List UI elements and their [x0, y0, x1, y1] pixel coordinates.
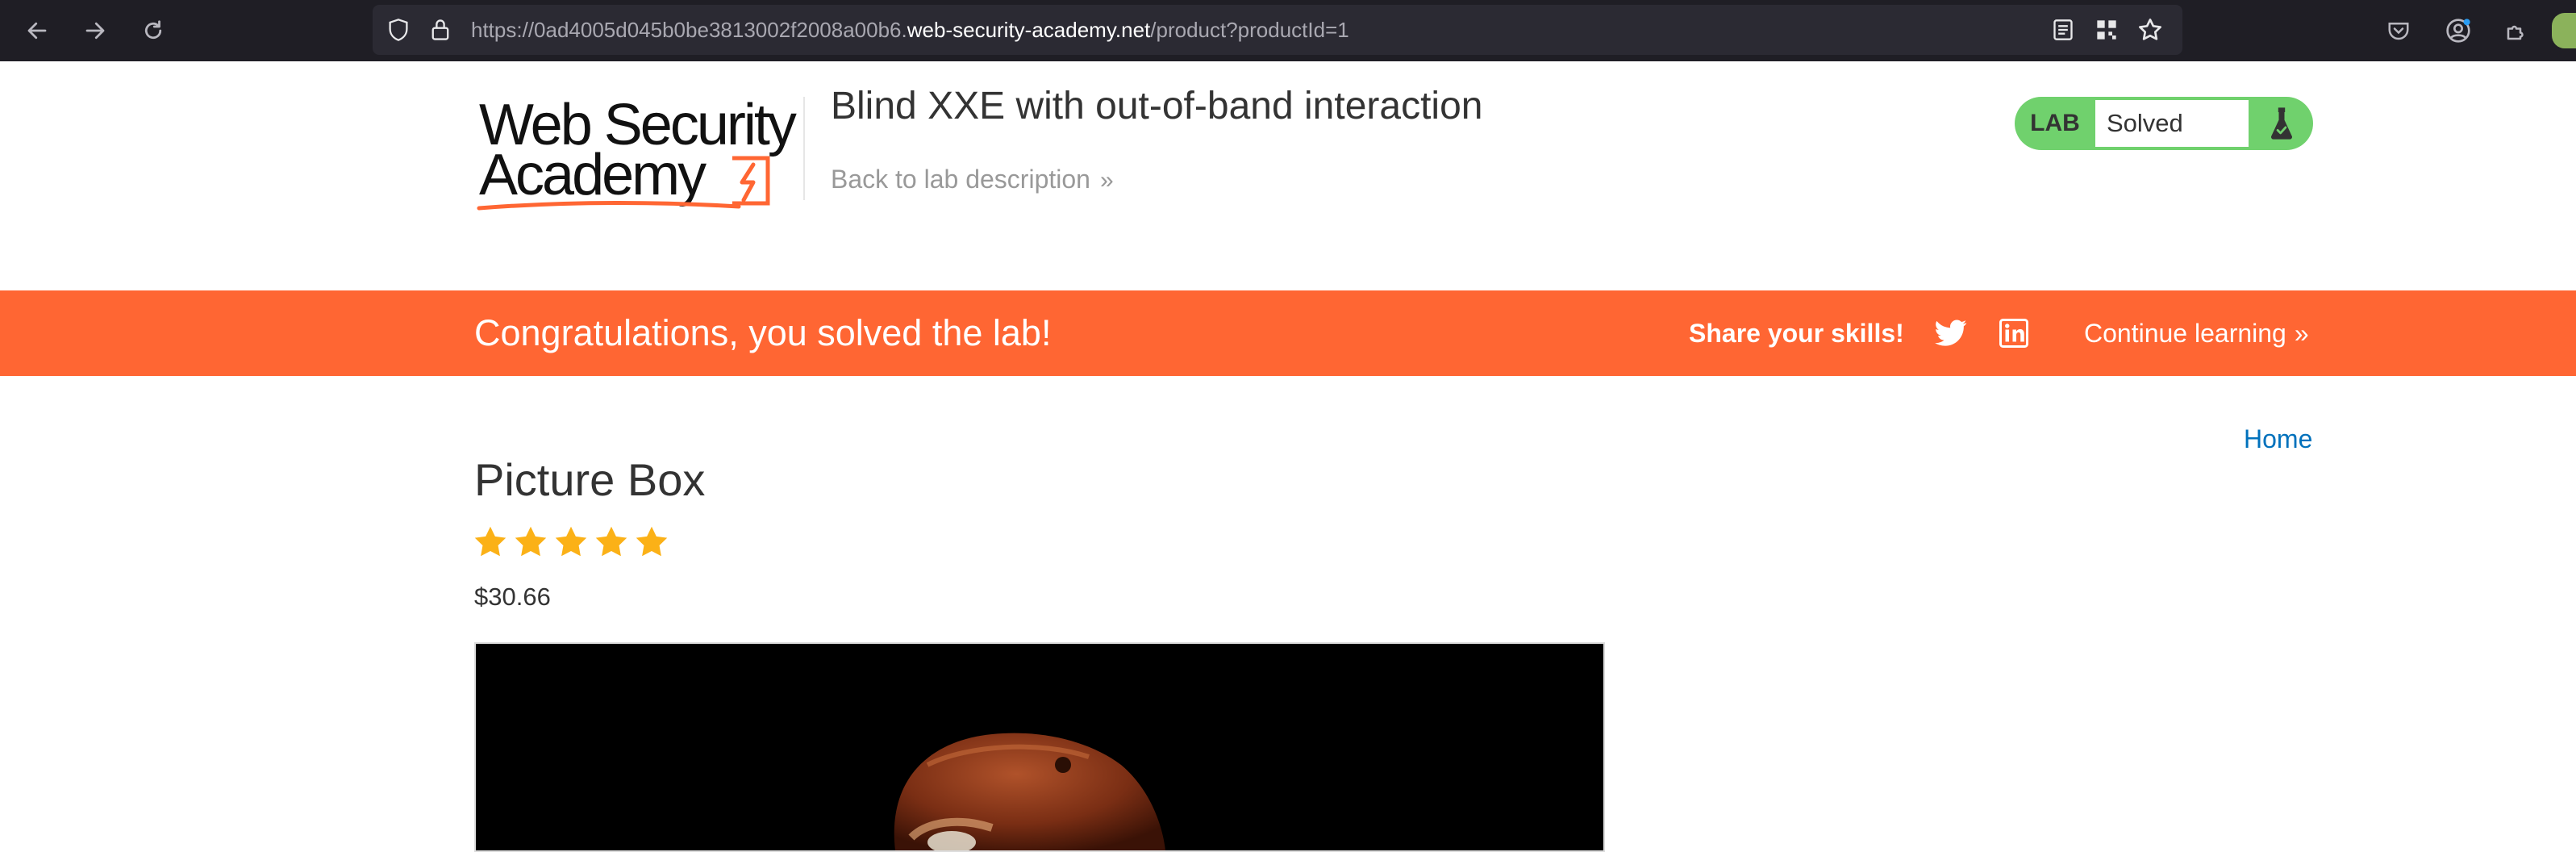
linkedin-icon[interactable]	[1997, 316, 2031, 350]
double-chevron-right-icon: »	[2294, 319, 2309, 348]
home-link[interactable]: Home	[2244, 424, 2312, 454]
star-icon	[515, 526, 547, 557]
star-icon	[636, 526, 668, 557]
lab-tag: LAB	[2030, 110, 2080, 136]
url-text[interactable]: https://0ad4005d045b0be3813002f2008a00b6…	[471, 5, 1349, 55]
solved-banner: Congratulations, you solved the lab! Sha…	[0, 290, 2576, 376]
product-title: Picture Box	[474, 454, 706, 505]
browser-toolbar: https://0ad4005d045b0be3813002f2008a00b6…	[0, 0, 2576, 61]
web-security-academy-logo[interactable]: Web Security Academy	[473, 92, 803, 213]
product-photo	[476, 644, 1603, 850]
url-path: /product?productId=1	[1150, 18, 1349, 42]
lab-status-badge: LAB Solved	[2015, 97, 2313, 150]
forward-arrow-icon[interactable]	[76, 11, 115, 50]
back-to-lab-description-link[interactable]: Back to lab description »	[831, 165, 1114, 194]
star-icon	[474, 526, 506, 557]
back-link-label: Back to lab description	[831, 165, 1090, 194]
share-skills-label: Share your skills!	[1689, 319, 1904, 348]
product-image	[474, 642, 1605, 852]
back-arrow-icon[interactable]	[18, 11, 56, 50]
lab-status-text: Solved	[2095, 100, 2249, 147]
lock-icon[interactable]	[426, 15, 455, 44]
star-icon	[595, 526, 627, 557]
url-prefix: https://0ad4005d045b0be3813002f2008a00b6…	[471, 18, 907, 42]
url-host: web-security-academy.net	[907, 18, 1151, 42]
double-chevron-right-icon: »	[1099, 167, 1114, 194]
logo-line2: Academy	[479, 143, 707, 207]
product-rating	[473, 524, 669, 560]
reload-icon[interactable]	[134, 11, 173, 50]
reader-mode-icon[interactable]	[2050, 17, 2076, 43]
congratulations-message: Congratulations, you solved the lab!	[474, 312, 1052, 353]
flask-icon	[2250, 97, 2313, 150]
account-icon[interactable]	[2444, 16, 2473, 45]
shield-icon[interactable]	[384, 15, 413, 44]
continue-learning-link[interactable]: Continue learning »	[2084, 290, 2309, 376]
logo-underline-swoosh	[477, 200, 741, 211]
qr-grid-icon[interactable]	[2094, 17, 2120, 43]
continue-learning-label: Continue learning	[2084, 319, 2286, 348]
pocket-icon[interactable]	[2384, 16, 2413, 45]
product-price: $30.66	[474, 583, 551, 611]
lab-title: Blind XXE with out-of-band interaction	[831, 85, 1483, 127]
twitter-icon[interactable]	[1934, 316, 1968, 350]
extensions-icon[interactable]	[2502, 16, 2531, 45]
header-divider	[803, 97, 805, 200]
address-bar[interactable]: https://0ad4005d045b0be3813002f2008a00b6…	[373, 5, 2182, 55]
star-bookmark-icon[interactable]	[2136, 15, 2165, 44]
profile-avatar[interactable]	[2552, 13, 2576, 48]
star-icon	[555, 526, 587, 557]
